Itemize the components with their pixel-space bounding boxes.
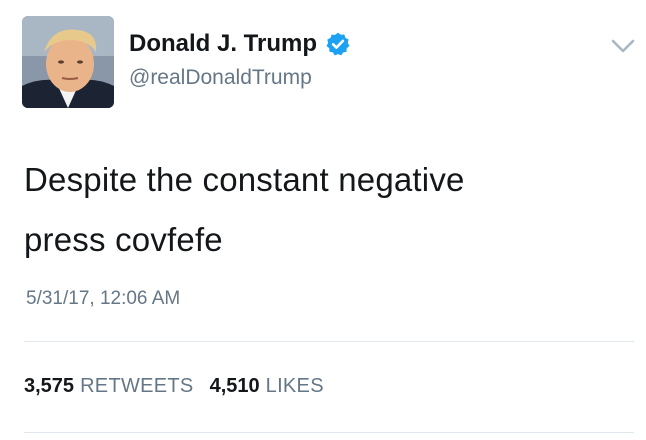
verified-badge-icon (326, 32, 350, 56)
likes-stat[interactable]: 4,510 LIKES (210, 373, 324, 399)
author-row: Donald J. Trump (129, 30, 351, 58)
retweets-count: 3,575 (24, 375, 75, 397)
tweet-card: Donald J. Trump @realDonaldTrump Despite… (0, 0, 646, 440)
likes-count: 4,510 (209, 375, 260, 397)
retweets-label: RETWEETS (80, 375, 194, 397)
author-handle[interactable]: @realDonaldTrump (129, 66, 312, 90)
avatar[interactable] (22, 16, 114, 108)
divider (24, 341, 634, 342)
tweet-timestamp[interactable]: 5/31/17, 12:06 AM (26, 287, 180, 311)
retweets-stat[interactable]: 3,575 RETWEETS (24, 373, 194, 399)
chevron-down-icon[interactable] (609, 36, 637, 56)
likes-label: LIKES (265, 375, 324, 397)
tweet-text-line: Despite the constant negative (24, 161, 465, 198)
avatar-image (22, 16, 114, 108)
tweet-text-line: press covfefe (24, 221, 223, 258)
tweet-text: Despite the constant negative press covf… (24, 150, 624, 270)
tweet-stats: 3,575 RETWEETS 4,510 LIKES (24, 373, 324, 399)
divider (24, 432, 634, 433)
author-name[interactable]: Donald J. Trump (129, 30, 317, 58)
